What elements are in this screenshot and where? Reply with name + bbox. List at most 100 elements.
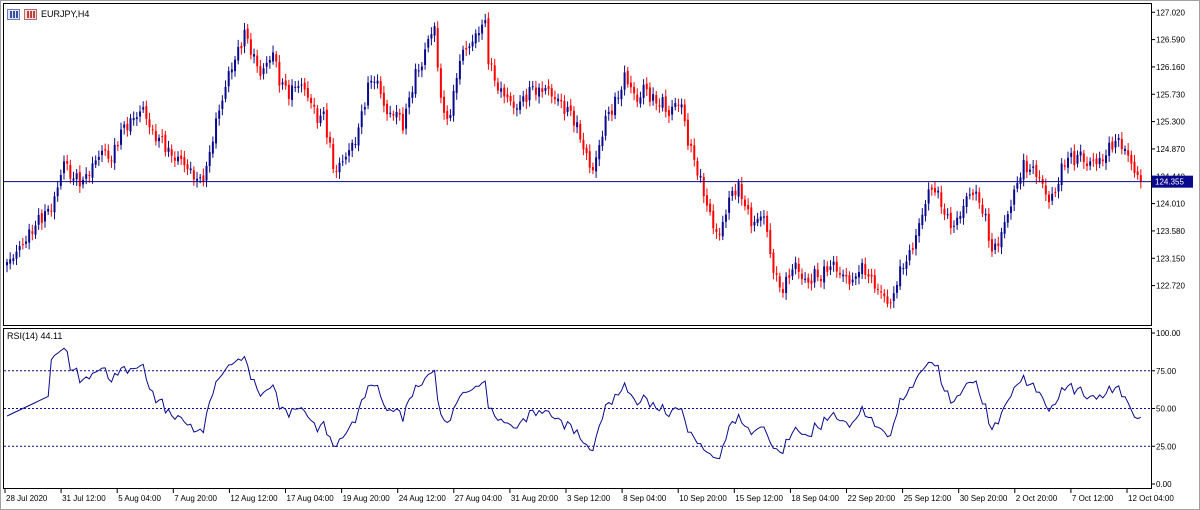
candle-body (15, 251, 18, 259)
candle-body (120, 129, 123, 145)
candle-body (186, 164, 189, 170)
candle-body (610, 110, 613, 115)
candle-body (1019, 177, 1022, 184)
candle-body (474, 33, 477, 44)
candle-body (313, 104, 316, 107)
candle-body (566, 106, 569, 113)
candle-body (547, 86, 550, 90)
candle-body (325, 109, 328, 138)
candle-body (848, 275, 851, 285)
candle-body (1066, 157, 1069, 168)
candle-body (75, 173, 78, 180)
candle-body (677, 104, 680, 106)
candle-body (595, 157, 598, 172)
time-tick-label: 3 Sep 12:00 (567, 494, 611, 503)
candle-body (614, 96, 617, 116)
candle-body (344, 156, 347, 160)
candle-body (72, 178, 75, 181)
candle-body (902, 268, 905, 270)
candle-body (363, 107, 366, 110)
candle-body (743, 199, 746, 207)
candle-body (1076, 154, 1079, 164)
candle-body (427, 38, 430, 48)
candle-body (411, 92, 414, 98)
candle-body (1047, 194, 1050, 203)
candle-body (864, 264, 867, 275)
candle-body (306, 88, 309, 98)
candle-body (1136, 171, 1139, 175)
candle-body (598, 145, 601, 160)
candle-body (487, 18, 490, 65)
candle-body (243, 29, 246, 47)
candle-body (971, 192, 974, 195)
candle-body (1054, 191, 1057, 193)
candle-body (525, 94, 528, 102)
candle-body (310, 97, 313, 104)
candle-body (813, 269, 816, 283)
candle-body (823, 266, 826, 283)
candle-body (354, 144, 357, 146)
candle-body (1120, 138, 1123, 150)
candle-body (401, 113, 404, 131)
candle-body (506, 94, 509, 98)
candle-body (142, 107, 145, 110)
candle-body (889, 302, 892, 304)
price-tick-label: 123.150 (1156, 254, 1185, 263)
candle-body (329, 136, 332, 143)
candle-body (199, 177, 202, 179)
candle-body (990, 239, 993, 252)
candle-body (18, 245, 21, 251)
candle-body (569, 105, 572, 111)
candle-body (417, 70, 420, 72)
candle-body (797, 263, 800, 272)
time-tick-label: 8 Sep 04:00 (623, 494, 667, 503)
candle-body (458, 61, 461, 80)
candle-body (557, 98, 560, 102)
candle-body (832, 261, 835, 265)
candle-body (829, 266, 832, 271)
candle-body (386, 103, 389, 115)
candle-body (389, 112, 392, 114)
candle-body (522, 96, 525, 102)
candle-body (348, 150, 351, 156)
candle-body (300, 84, 303, 86)
candle-body (911, 248, 914, 250)
candle-body (192, 170, 195, 180)
candle-body (534, 87, 537, 95)
candle-body (218, 110, 221, 119)
candle-body (173, 157, 176, 161)
candle-body (503, 87, 506, 97)
candle-body (512, 101, 515, 108)
candle-body (1057, 183, 1060, 192)
candle-body (626, 70, 629, 85)
candle-body (1082, 153, 1085, 163)
time-tick-label: 30 Sep 20:00 (960, 494, 1008, 503)
candle-body (895, 284, 898, 293)
candle-body (553, 97, 556, 100)
candle-body (189, 168, 192, 171)
candle-body (34, 225, 37, 235)
time-tick-label: 27 Aug 04:00 (455, 494, 503, 503)
candle-body (253, 54, 256, 57)
candle-body (449, 114, 452, 118)
candle-body (455, 78, 458, 93)
candle-body (978, 192, 981, 203)
rsi-line (6, 347, 1141, 460)
candle-body (588, 151, 591, 168)
candle-body (1130, 154, 1133, 164)
candle-body (930, 187, 933, 190)
candle-body (861, 263, 864, 274)
candle-body (762, 216, 765, 218)
candle-body (1111, 141, 1114, 150)
candle-body (576, 122, 579, 128)
candle-body (639, 97, 642, 104)
candle-body (1101, 159, 1104, 162)
candle-body (1025, 161, 1028, 173)
candle-body (56, 187, 59, 197)
candle-body (297, 86, 300, 89)
candle-body (905, 261, 908, 269)
candle-body (728, 197, 731, 213)
candle-body (873, 275, 876, 289)
candle-body (85, 174, 88, 179)
candle-body (139, 111, 142, 117)
